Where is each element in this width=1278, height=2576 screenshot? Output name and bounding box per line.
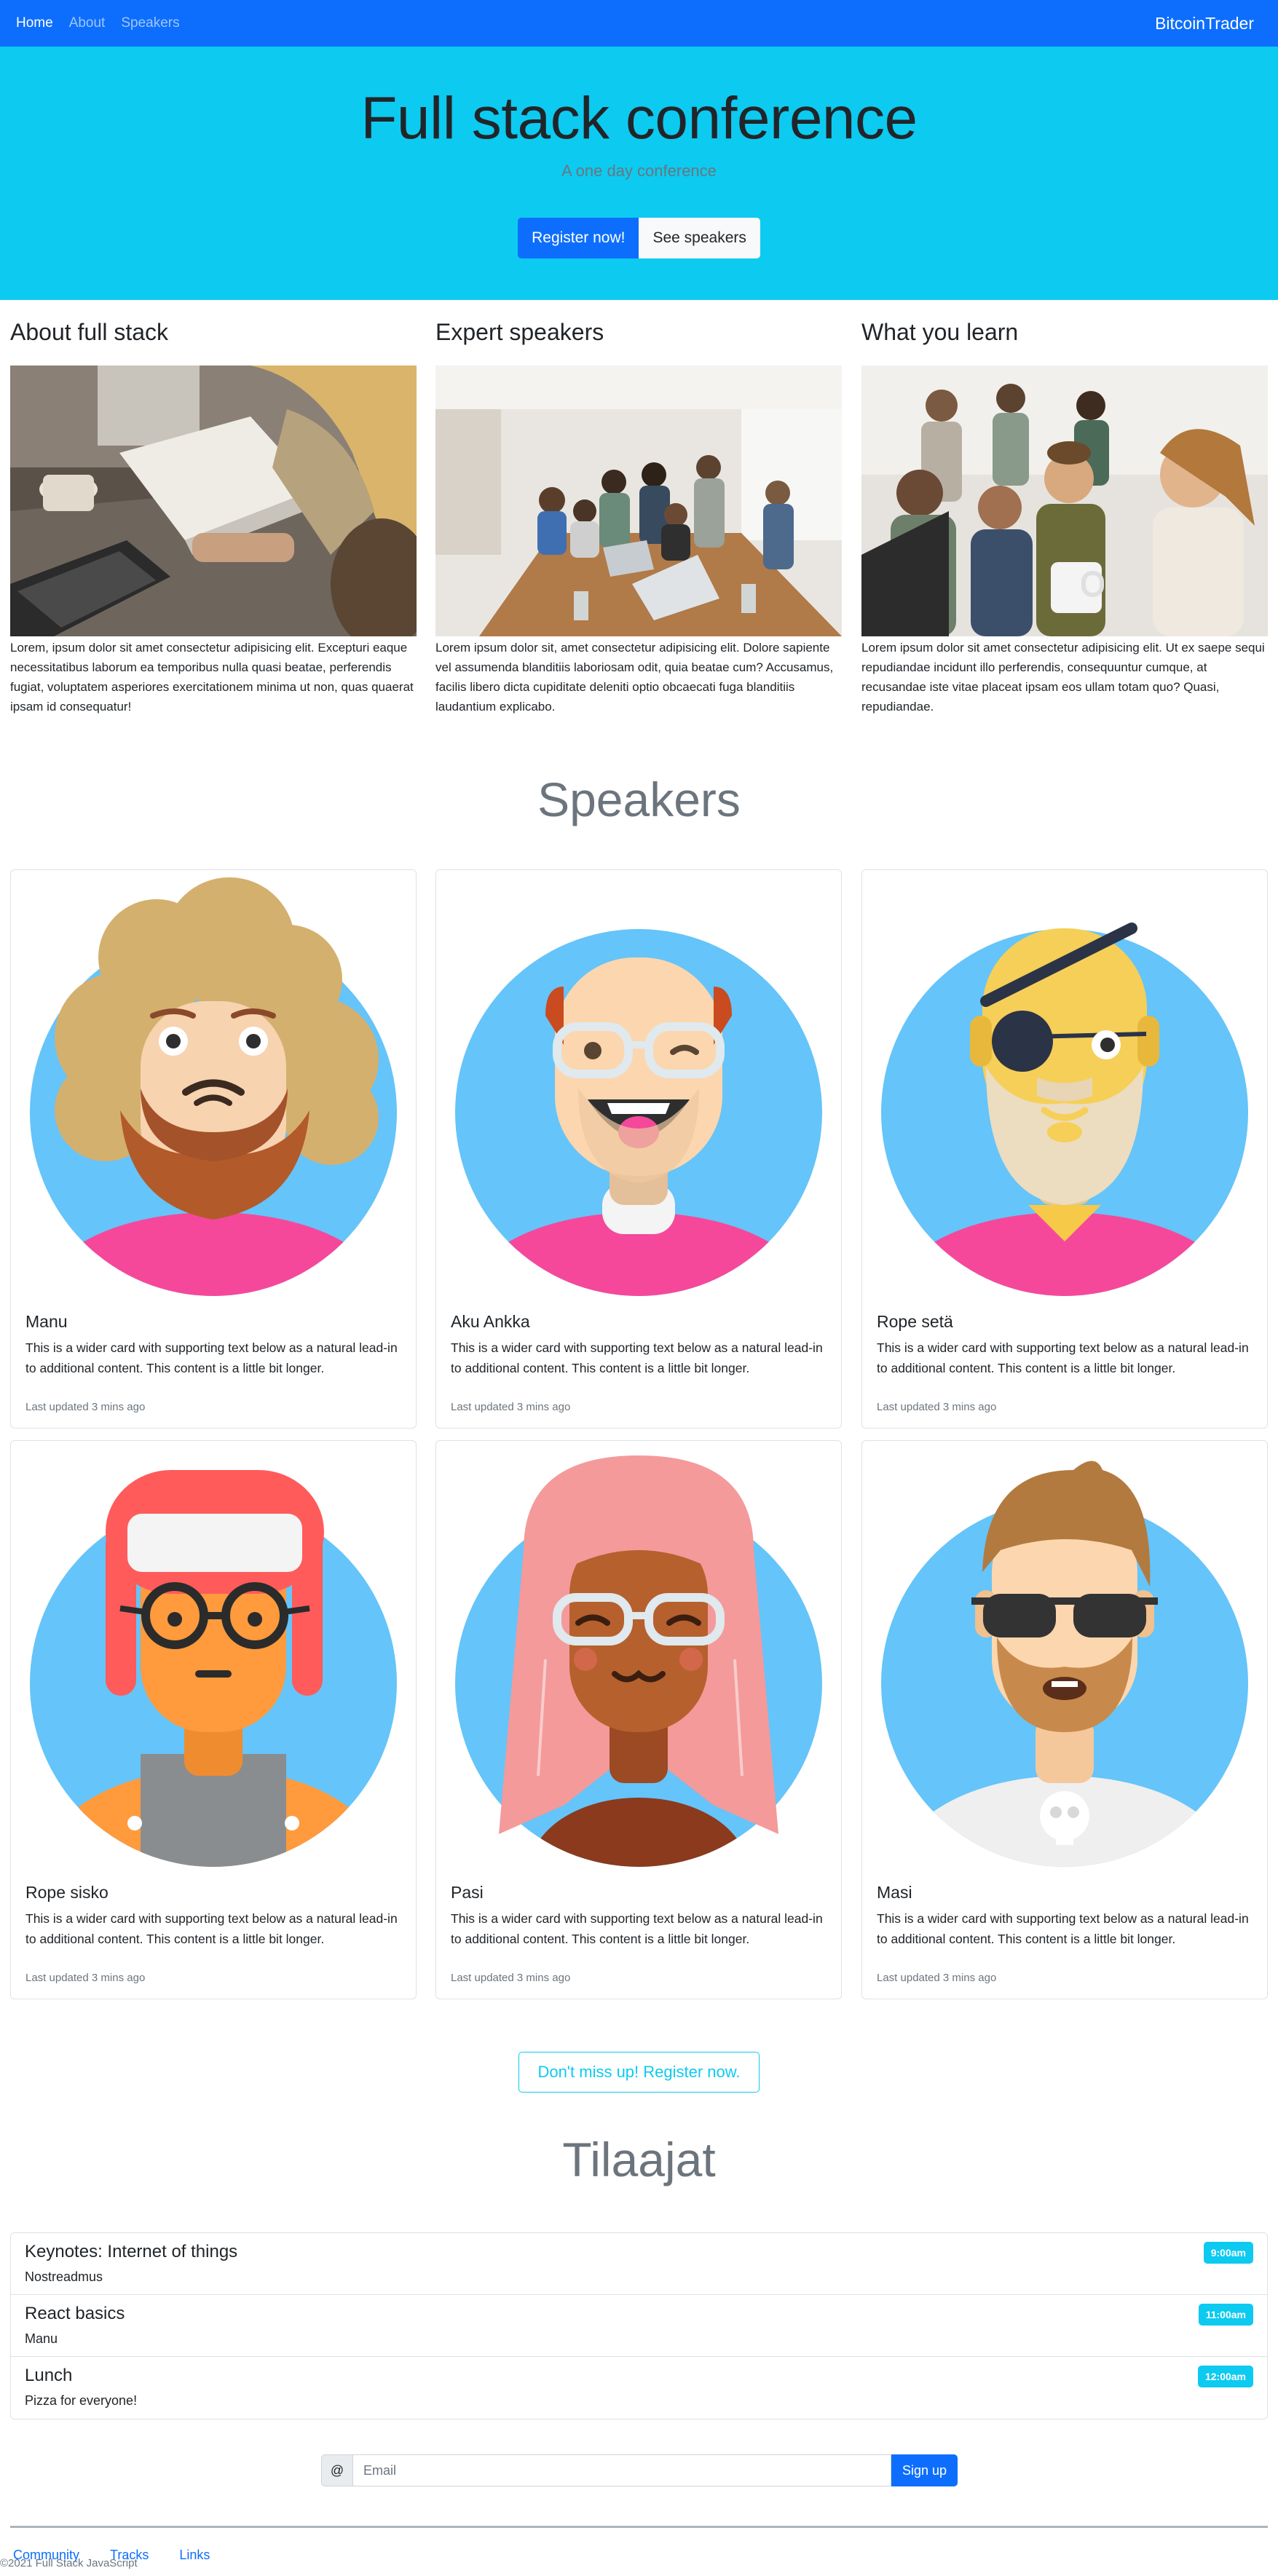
speaker-name: Rope setä (877, 1312, 953, 1331)
speaker-avatar (30, 877, 397, 1296)
about-title: Expert speakers (435, 319, 604, 345)
session-speaker: Nostreadmus (25, 2269, 103, 2284)
speaker-updated: Last updated 3 mins ago (25, 1401, 146, 1413)
speaker-updated: Last updated 3 mins ago (877, 1972, 997, 1984)
about-text: Lorem ipsum dolor sit, amet consectetur … (435, 641, 834, 714)
time-badge: 11:00am (1198, 2304, 1253, 2326)
speaker-card[interactable]: Pasi This is a wider card with supportin… (435, 1440, 842, 1999)
hero-title: Full stack conference (360, 85, 918, 151)
about-text: Lorem ipsum dolor sit amet consectetur a… (861, 641, 1265, 714)
speaker-avatar (455, 929, 822, 1296)
speaker-updated: Last updated 3 mins ago (451, 1401, 571, 1413)
nav-home-link[interactable]: Home (16, 15, 53, 31)
footer-link-links[interactable]: Links (179, 2548, 210, 2563)
speaker-name: Rope sisko (25, 1883, 109, 1902)
speaker-name: Masi (877, 1883, 912, 1902)
list-item[interactable]: React basics Manu 11:00am (11, 2295, 1267, 2357)
session-speaker: Manu (25, 2331, 58, 2346)
speaker-card[interactable]: Aku Ankka This is a wider card with supp… (435, 869, 842, 1429)
about-title: What you learn (861, 319, 1019, 345)
speaker-name: Manu (25, 1312, 68, 1331)
register-button[interactable]: Register now! (518, 218, 639, 258)
list-item[interactable]: Keynotes: Internet of things Nostreadmus… (11, 2233, 1267, 2295)
about-column-2: Expert speakers Lorem ipsum dolor sit, a… (435, 319, 842, 716)
about-text: Lorem, ipsum dolor sit amet consectetur … (10, 641, 414, 714)
brand-logo[interactable]: BitcoinTrader (1155, 0, 1254, 47)
speaker-description: This is a wider card with supporting tex… (451, 1911, 823, 1946)
about-column-1: About full stack Lorem, ipsum dolor sit … (10, 319, 417, 716)
workspace-photo (10, 366, 417, 636)
speaker-updated: Last updated 3 mins ago (451, 1972, 571, 1984)
navbar: Home About Speakers BitcoinTrader (0, 0, 1278, 47)
team-meeting-photo (435, 366, 842, 636)
speaker-description: This is a wider card with supporting tex… (877, 1911, 1249, 1946)
speakers-heading: Speakers (537, 773, 741, 826)
copyright-text: ©2021 Full Stack JavaScript (0, 2557, 138, 2569)
hero-subtitle: A one day conference (561, 162, 717, 180)
speaker-description: This is a wider card with supporting tex… (451, 1340, 823, 1375)
speaker-name: Aku Ankka (451, 1312, 530, 1331)
session-title: Lunch (25, 2366, 73, 2385)
session-speaker: Pizza for everyone! (25, 2393, 138, 2408)
signup-button[interactable]: Sign up (891, 2454, 958, 2486)
list-item[interactable]: Lunch Pizza for everyone! 12:00am (11, 2357, 1267, 2419)
speaker-avatar (881, 1461, 1248, 1867)
session-title: React basics (25, 2304, 125, 2323)
time-badge: 9:00am (1203, 2242, 1253, 2264)
speaker-name: Pasi (451, 1883, 484, 1902)
about-title: About full stack (10, 319, 168, 345)
speaker-description: This is a wider card with supporting tex… (25, 1911, 398, 1946)
group-laughing-photo (861, 366, 1268, 636)
speaker-updated: Last updated 3 mins ago (25, 1972, 146, 1984)
speaker-card[interactable]: Masi This is a wider card with supportin… (861, 1440, 1268, 1999)
speaker-avatar (455, 1455, 822, 1867)
time-badge: 12:00am (1197, 2366, 1253, 2387)
email-field[interactable] (353, 2454, 891, 2486)
speaker-card[interactable]: Rope setä This is a wider card with supp… (861, 869, 1268, 1429)
nav-links: Home About Speakers (16, 0, 180, 47)
hero-section: Full stack conference A one day conferen… (0, 47, 1278, 300)
speaker-updated: Last updated 3 mins ago (877, 1401, 997, 1413)
at-prefix: @ (321, 2454, 353, 2486)
register-now-button[interactable]: Don't miss up! Register now. (518, 2052, 760, 2093)
nav-speakers-link[interactable]: Speakers (121, 15, 179, 31)
footer-divider (10, 2526, 1268, 2528)
speaker-description: This is a wider card with supporting tex… (877, 1340, 1249, 1375)
speaker-description: This is a wider card with supporting tex… (25, 1340, 398, 1375)
hero-button-group: Register now! See speakers (0, 218, 1278, 258)
speaker-card[interactable]: Rope sisko This is a wider card with sup… (10, 1440, 417, 1999)
schedule-heading: Tilaajat (562, 2133, 716, 2186)
speaker-card[interactable]: Manu This is a wider card with supportin… (10, 869, 417, 1429)
schedule-list: Keynotes: Internet of things Nostreadmus… (10, 2232, 1268, 2419)
session-title: Keynotes: Internet of things (25, 2242, 238, 2261)
speaker-avatar (881, 922, 1248, 1296)
see-speakers-button[interactable]: See speakers (639, 218, 760, 258)
speaker-avatar (30, 1470, 397, 1867)
about-column-3: What you learn Lorem ipsum dolor sit ame… (861, 319, 1268, 716)
signup-form: @ Sign up (321, 2454, 958, 2486)
nav-about-link[interactable]: About (69, 15, 106, 31)
